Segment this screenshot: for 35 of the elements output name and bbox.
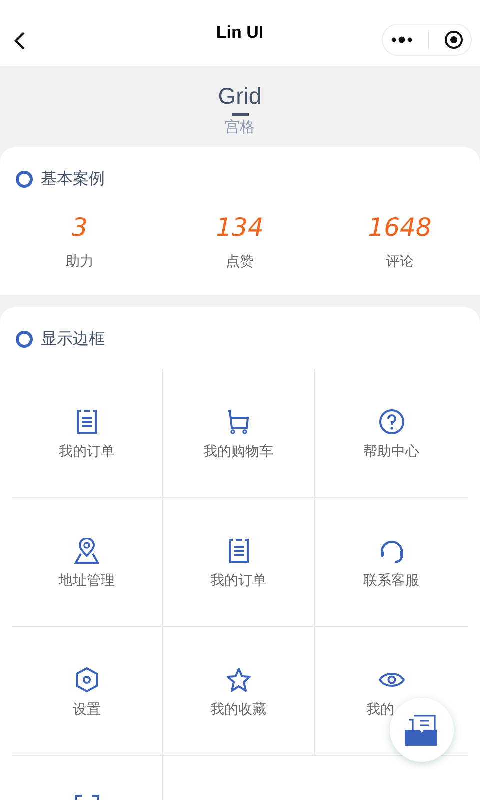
grid-item-label[interactable]: 我的订单 [59,443,115,461]
more-icon[interactable] [390,36,412,44]
clipboard-icon[interactable] [226,538,250,564]
page-title: Lin UI [216,23,264,43]
inbox-icon [405,714,439,746]
stat-value: 3 [72,213,88,243]
capsule-menu[interactable] [382,24,472,56]
grid-item-label[interactable]: 我的 [366,701,394,719]
back-icon[interactable] [14,31,26,51]
headset-icon[interactable] [378,538,404,564]
grid-item-label[interactable]: 设置 [73,701,101,719]
section-title: 显示边框 [41,328,105,350]
grid-item-label[interactable]: 我的收藏 [210,701,266,719]
grid-item-label[interactable]: 联系客服 [364,572,420,590]
grid-item-label[interactable]: 帮助中心 [364,443,420,461]
stat-label: 助力 [66,253,94,271]
stat-label: 点赞 [226,253,254,271]
stat-value: 134 [216,213,264,243]
grid-item-label[interactable]: 我的订单 [210,572,266,590]
close-icon[interactable] [444,30,464,50]
grid-item-label[interactable]: 我的购物车 [204,443,274,461]
grid-item-label[interactable]: 地址管理 [59,572,115,590]
location-icon[interactable] [74,538,100,564]
help-icon[interactable] [378,409,404,435]
header-title: Grid [218,82,262,110]
cart-icon[interactable] [226,409,250,435]
star-icon[interactable] [226,667,252,693]
clipboard-icon[interactable] [75,409,99,435]
stat-label: 评论 [386,253,414,271]
circle-icon [16,330,33,348]
circle-icon [16,170,33,188]
hexagon-icon[interactable] [74,667,100,693]
stat-value: 1648 [368,213,432,243]
header-subtitle: 宫格 [225,117,255,137]
section-title: 基本案例 [41,168,105,190]
